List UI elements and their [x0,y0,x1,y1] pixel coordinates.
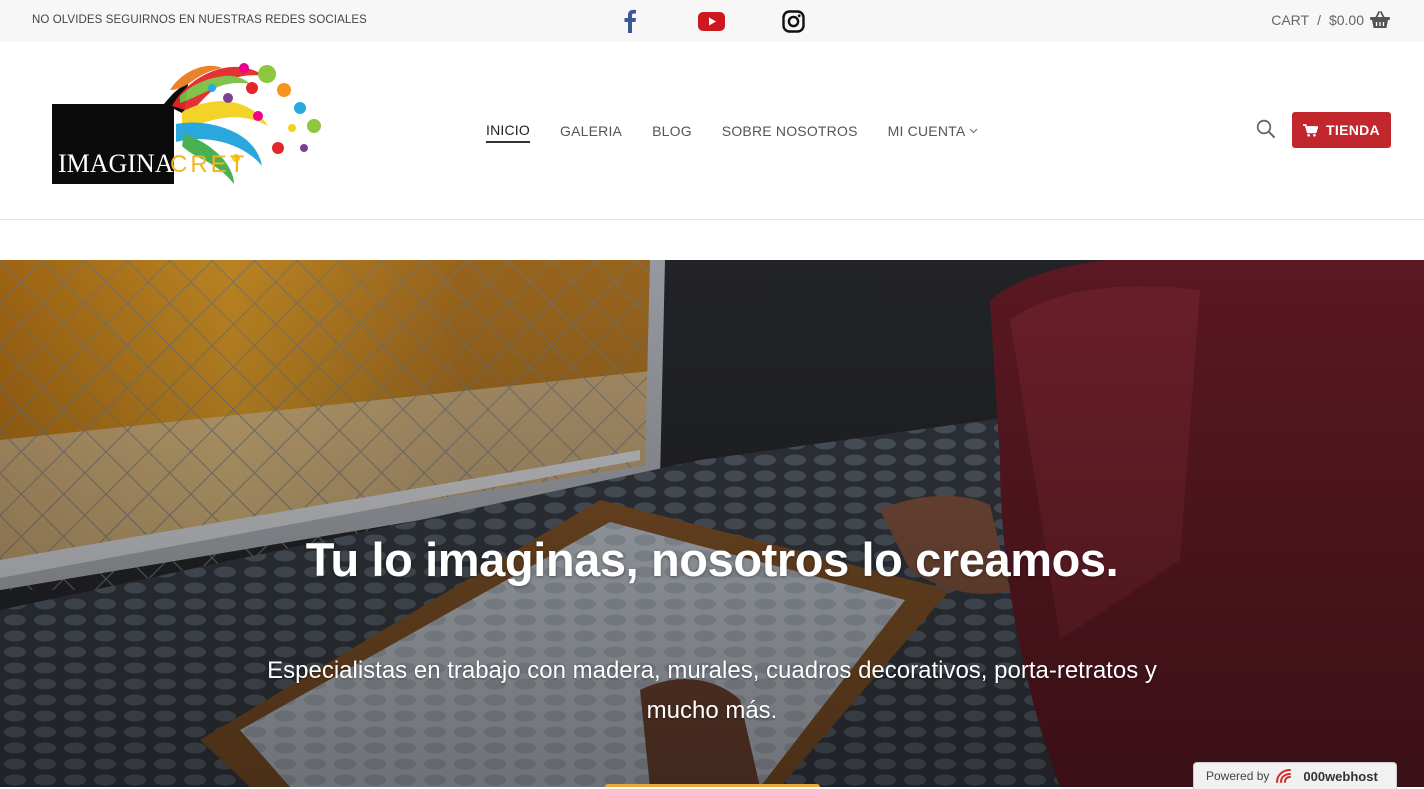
nav-item-galeria[interactable]: GALERIA [560,122,622,143]
instagram-icon[interactable] [779,7,807,35]
powered-by-badge[interactable]: Powered by 000webhost [1193,762,1397,789]
logo-text-accent: CRET [170,151,247,178]
youtube-icon[interactable] [697,7,725,35]
nav-item-inicio[interactable]: INICIO [486,122,530,143]
facebook-icon[interactable] [616,7,644,35]
logo-text-main: IMAGINA [58,149,174,178]
search-icon[interactable] [1256,119,1278,141]
chevron-down-icon [969,128,978,134]
shop-button-label: TIENDA [1326,122,1380,138]
webhost-logo-icon [1276,769,1292,783]
hero-banner: Tu lo imaginas, nosotros lo creamos. Esp… [0,260,1424,787]
hero-subtitle: Especialistas en trabajo con madera, mur… [267,657,1157,724]
cart-link[interactable]: CART / $0.00 [1271,11,1390,29]
cart-separator: / [1317,12,1321,28]
nav-item-sobre-nosotros[interactable]: SOBRE NOSOTROS [722,122,858,143]
nav-item-mi-cuenta[interactable]: MI CUENTA [888,122,979,143]
nav-item-blog[interactable]: BLOG [652,122,692,143]
cart-icon [1303,123,1319,137]
nav-item-mi-cuenta-label: MI CUENTA [887,123,966,139]
powered-by-label: Powered by [1206,769,1270,783]
cart-total: $0.00 [1328,12,1364,28]
site-logo[interactable]: IMAGINA CRET [52,62,327,187]
hero-title: Tu lo imaginas, nosotros lo creamos. [305,533,1119,586]
powered-by-brand: 000webhost [1303,768,1378,784]
main-nav: INICIO GALERIA BLOG SOBRE NOSOTROS MI CU… [486,122,978,143]
shop-button[interactable]: TIENDA [1292,112,1391,148]
cart-label: CART [1271,12,1310,28]
basket-icon [1370,11,1390,28]
top-bar: NO OLVIDES SEGUIRNOS EN NUESTRAS REDES S… [0,0,1424,42]
social-notice: NO OLVIDES SEGUIRNOS EN NUESTRAS REDES S… [32,14,367,26]
